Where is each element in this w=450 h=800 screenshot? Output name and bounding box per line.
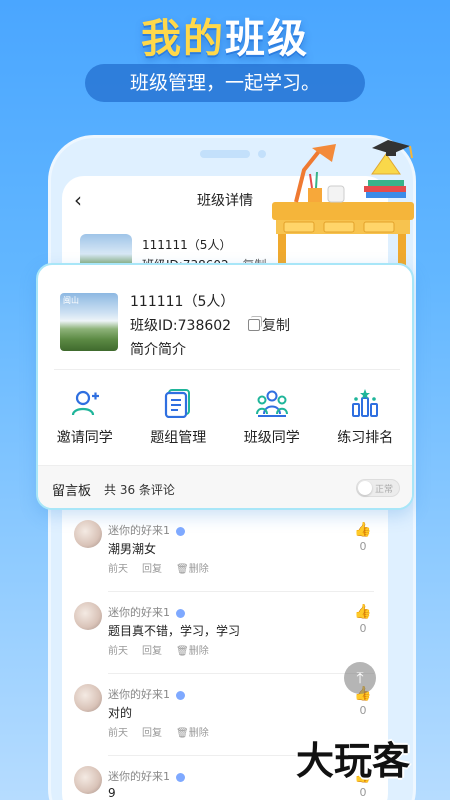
toggle-label: 正常: [375, 485, 394, 495]
verified-badge-icon: [176, 526, 185, 536]
divider: [54, 369, 400, 370]
delete-label: 删除: [188, 646, 209, 657]
comment-author: 迷你的好来1: [108, 522, 185, 538]
comment-author: 迷你的好来1: [108, 604, 185, 620]
divider: [108, 673, 374, 674]
action-label: 班级同学: [243, 430, 300, 446]
message-board-title: 留言板: [52, 484, 92, 499]
action-label: 练习排名: [337, 430, 394, 446]
thumbnail-watermark: 闽山: [63, 296, 79, 305]
comment-text: 9: [108, 786, 116, 800]
comment-author-name: 迷你的好来1: [108, 606, 170, 619]
comment-text: 题目真不错，学习，学习: [108, 624, 241, 638]
thumbs-up-icon: 👍: [354, 604, 372, 620]
hero-title: 我的班级: [0, 6, 450, 64]
comment-text: 对的: [108, 706, 133, 720]
classmates-button[interactable]: 班级同学: [227, 387, 317, 453]
class-info-card: 闽山 111111（5人） 班级ID:738602 复制 简介简介 邀请同学 题…: [36, 263, 414, 510]
comment-meta: 前天 回复 🗑删除: [108, 724, 237, 739]
delete-label: 删除: [188, 728, 209, 739]
class-name: 111111（5人）: [142, 238, 232, 252]
thumbs-up-icon: 👍: [354, 522, 372, 538]
like-button[interactable]: 👍 0: [354, 522, 372, 553]
practice-ranking-button[interactable]: 练习排名: [320, 387, 410, 453]
like-count: 0: [359, 786, 367, 799]
board-status-toggle[interactable]: 正常: [356, 479, 400, 497]
class-id: 班级ID:738602: [130, 318, 232, 334]
delete-label: 删除: [188, 564, 209, 575]
desk-illustration: [272, 140, 414, 265]
class-intro: 简介简介: [130, 342, 186, 358]
question-set-icon: [133, 387, 223, 419]
reply-button[interactable]: 回复: [142, 564, 162, 575]
comment-author: 迷你的好来1: [108, 768, 185, 784]
copy-button[interactable]: 复制: [248, 315, 290, 335]
like-count: 0: [359, 540, 367, 553]
verified-badge-icon: [176, 608, 185, 618]
classmates-icon: [227, 387, 317, 419]
like-count: 0: [359, 622, 367, 635]
action-row: 邀请同学 题组管理 班级同学 练习排名: [38, 387, 412, 453]
hero-title-part: 班级: [225, 16, 309, 62]
toggle-knob: [358, 481, 372, 495]
ranking-icon: [320, 387, 410, 419]
avatar[interactable]: [74, 602, 102, 630]
comment-text: 潮男潮女: [108, 542, 157, 556]
reply-button[interactable]: 回复: [142, 728, 162, 739]
like-button[interactable]: 👍 0: [354, 604, 372, 635]
avatar[interactable]: [74, 684, 102, 712]
comment-item: 迷你的好来1 潮男潮女 前天 回复 🗑删除 👍 0: [62, 512, 388, 592]
invite-user-icon: [40, 387, 130, 419]
divider: [108, 591, 374, 592]
comment-meta: 前天 回复 🗑删除: [108, 642, 237, 657]
comment-time: 前天: [108, 728, 128, 739]
comment-author: 迷你的好来1: [108, 686, 185, 702]
comment-meta: 前天 回复 🗑删除: [108, 560, 237, 575]
copy-label: 复制: [262, 318, 290, 334]
comment-author-name: 迷你的好来1: [108, 770, 170, 783]
brand-watermark: 大玩客: [296, 739, 411, 783]
comment-time: 前天: [108, 564, 128, 575]
verified-badge-icon: [176, 772, 185, 782]
like-count: 0: [359, 704, 367, 717]
hero-subtitle: 班级管理，一起学习。: [85, 64, 365, 102]
phone-speaker: [200, 150, 250, 158]
comment-item: 迷你的好来1 题目真不错，学习，学习 前天 回复 🗑删除 👍 0: [62, 594, 388, 674]
copy-icon: [248, 316, 262, 331]
delete-button[interactable]: 🗑删除: [176, 728, 223, 739]
delete-button[interactable]: 🗑删除: [176, 564, 223, 575]
scroll-to-top-button[interactable]: ⤒: [344, 662, 376, 694]
hero-title-part: 我的: [141, 16, 225, 62]
comment-author-name: 迷你的好来1: [108, 524, 170, 537]
comment-author-name: 迷你的好来1: [108, 688, 170, 701]
class-thumbnail: 闽山: [60, 293, 118, 351]
invite-classmates-button[interactable]: 邀请同学: [40, 387, 130, 453]
avatar[interactable]: [74, 766, 102, 794]
question-set-button[interactable]: 题组管理: [133, 387, 223, 453]
class-name: 111111（5人）: [130, 294, 235, 310]
comment-count: 共 36 条评论: [104, 483, 175, 497]
avatar[interactable]: [74, 520, 102, 548]
verified-badge-icon: [176, 690, 185, 700]
action-label: 题组管理: [150, 430, 207, 446]
reply-button[interactable]: 回复: [142, 646, 162, 657]
message-board-header: 留言板 共 36 条评论 正常: [38, 465, 412, 508]
comment-time: 前天: [108, 646, 128, 657]
delete-button[interactable]: 🗑删除: [176, 646, 223, 657]
action-label: 邀请同学: [56, 430, 113, 446]
